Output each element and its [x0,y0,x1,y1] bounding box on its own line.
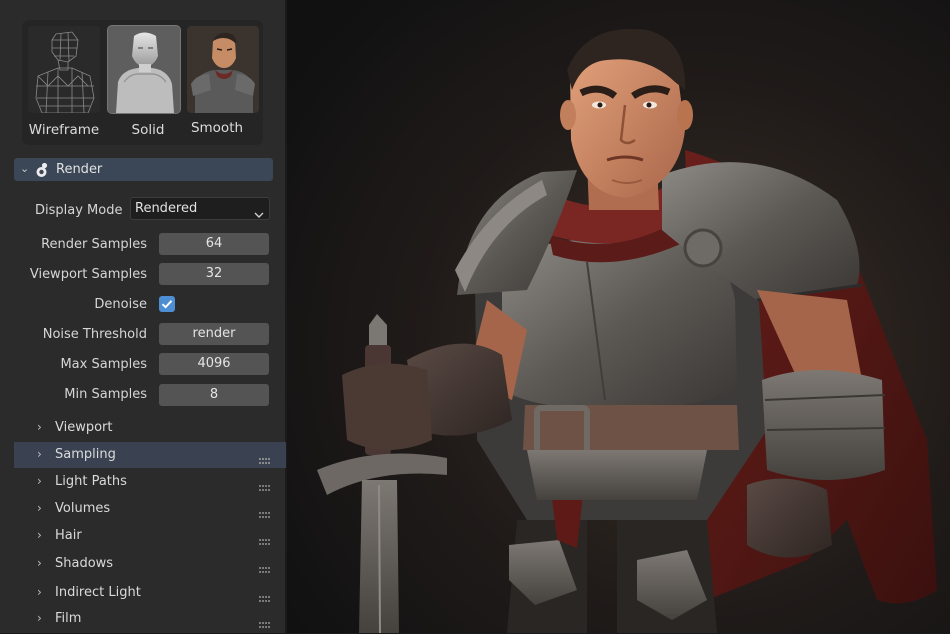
subpanel-label: Light Paths [55,474,127,489]
wireframe-shading-icon [28,26,100,113]
solid-shading-icon [107,25,181,114]
render-icon [34,161,52,179]
render-panel-title: Render [56,162,103,177]
shading-label-wireframe: Wireframe [28,122,100,138]
chevron-right-icon: › [37,447,42,461]
noise-threshold-field[interactable]: render [159,323,269,345]
render-samples-field[interactable]: 64 [159,233,269,255]
display-mode-dropdown[interactable]: Rendered [130,197,270,220]
subpanel-label: Indirect Light [55,585,141,600]
chevron-right-icon: › [37,611,42,625]
render-samples-label: Render Samples [41,237,147,252]
subpanel-film[interactable]: › Film [14,606,286,632]
shading-option-solid[interactable]: Solid [105,25,181,138]
drag-handle-icon[interactable] [259,532,271,545]
properties-sidebar: Wireframe Solid Smooth ⌄ Render Display … [0,0,286,633]
chevron-down-icon: ⌄ [20,162,30,175]
shading-option-wireframe[interactable]: Wireframe [25,26,101,138]
subpanel-sampling[interactable]: › Sampling [14,442,286,468]
denoise-label: Denoise [94,297,147,312]
drag-handle-icon[interactable] [259,560,271,573]
drag-handle-icon[interactable] [259,505,271,518]
subpanel-shadows[interactable]: › Shadows [14,551,286,577]
viewport-samples-label: Viewport Samples [29,267,147,282]
chevron-right-icon: › [37,556,42,570]
subpanel-label: Hair [55,528,82,543]
max-samples-field[interactable]: 4096 [159,353,269,375]
display-mode-value: Rendered [135,201,198,216]
chevron-right-icon: › [37,474,42,488]
shading-mode-selector: Wireframe Solid Smooth [22,20,263,145]
subpanel-label: Viewport [55,420,113,435]
viewport-samples-field[interactable]: 32 [159,263,269,285]
checkmark-icon [161,300,173,309]
chevron-right-icon: › [37,420,42,434]
drag-handle-icon[interactable] [259,589,271,602]
shading-option-smooth[interactable]: Smooth [184,26,260,138]
render-panel-header[interactable]: ⌄ Render [14,158,273,181]
drag-handle-icon[interactable] [259,478,271,491]
subpanel-viewport[interactable]: › Viewport [14,415,286,441]
chevron-down-icon [254,204,264,223]
chevron-right-icon: › [37,528,42,542]
shading-label-smooth: Smooth [190,120,244,136]
max-samples-label: Max Samples [60,357,147,372]
denoise-checkbox[interactable] [159,296,175,312]
subpanel-label: Film [55,611,82,626]
display-mode-label: Display Mode [35,203,123,218]
subpanel-indirect-light[interactable]: › Indirect Light [14,580,286,606]
chevron-right-icon: › [37,585,42,599]
subpanel-light-paths[interactable]: › Light Paths [14,469,286,495]
knight-character-render [287,0,950,633]
min-samples-label: Min Samples [64,387,147,402]
3d-viewport[interactable] [287,0,950,633]
chevron-right-icon: › [37,501,42,515]
subpanel-hair[interactable]: › Hair [14,523,286,549]
subpanel-label: Shadows [55,556,114,571]
drag-handle-icon[interactable] [259,615,271,628]
min-samples-field[interactable]: 8 [159,384,269,406]
subpanel-volumes[interactable]: › Volumes [14,496,286,522]
noise-threshold-label: Noise Threshold [42,327,147,342]
drag-handle-icon[interactable] [259,451,271,464]
subpanel-label: Volumes [55,501,111,516]
smooth-shading-icon [187,26,259,113]
subpanel-label: Sampling [55,447,116,462]
